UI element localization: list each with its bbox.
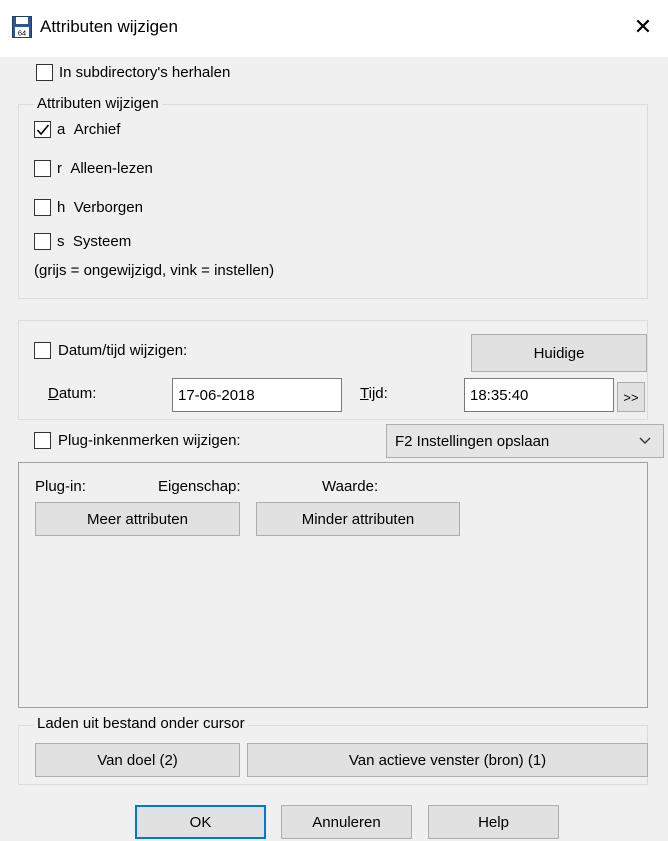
time-field[interactable]: 18:35:40 xyxy=(464,378,614,412)
attributes-hint: (grijs = ongewijzigd, vink = instellen) xyxy=(34,262,275,279)
datetime-label: Datum/tijd wijzigen: xyxy=(58,342,188,359)
plugin-dropdown-value: F2 Instellingen opslaan xyxy=(395,432,550,450)
system-letter: s xyxy=(57,233,65,250)
plugin-checkbox[interactable] xyxy=(34,432,51,449)
recurse-label: In subdirectory's herhalen xyxy=(59,64,231,81)
time-more-button[interactable]: >> xyxy=(617,382,645,412)
title-bar: 64 Attributen wijzigen ✕ xyxy=(0,0,668,57)
hidden-checkbox[interactable] xyxy=(34,199,51,216)
value-column-header: Waarde: xyxy=(322,478,379,495)
datetime-checkbox[interactable] xyxy=(34,342,51,359)
load-from-active-button[interactable]: Van actieve venster (bron) (1) xyxy=(247,743,648,777)
floppy-disk-icon: 64 xyxy=(12,16,32,38)
date-label: Datum: xyxy=(48,385,97,402)
property-column-header: Eigenschap: xyxy=(158,478,241,495)
ok-button[interactable]: OK xyxy=(135,805,266,839)
icon-badge-text: 64 xyxy=(18,29,26,38)
recurse-checkbox[interactable] xyxy=(36,64,53,81)
attributes-group-label: Attributen wijzigen xyxy=(34,95,162,112)
time-label: Tijd: xyxy=(360,385,388,402)
archive-letter: a xyxy=(57,121,66,138)
plugin-panel xyxy=(18,462,648,708)
load-group-label: Laden uit bestand onder cursor xyxy=(34,715,248,732)
load-from-target-button[interactable]: Van doel (2) xyxy=(35,743,240,777)
current-datetime-button[interactable]: Huidige xyxy=(471,334,647,372)
checkmark-icon xyxy=(36,124,50,136)
system-checkbox[interactable] xyxy=(34,233,51,250)
archive-label: Archief xyxy=(73,121,121,138)
readonly-label: Alleen-lezen xyxy=(70,160,153,177)
plugin-column-header: Plug-in: xyxy=(35,478,86,495)
more-attributes-button[interactable]: Meer attributen xyxy=(35,502,240,536)
plugin-dropdown[interactable]: F2 Instellingen opslaan xyxy=(386,424,664,458)
chevron-down-icon xyxy=(639,437,651,444)
hidden-label: Verborgen xyxy=(73,199,143,216)
hidden-letter: h xyxy=(57,199,66,216)
plugin-label: Plug-inkenmerken wijzigen: xyxy=(58,432,241,449)
window-title: Attributen wijzigen xyxy=(40,17,178,36)
cancel-button[interactable]: Annuleren xyxy=(281,805,412,839)
less-attributes-button[interactable]: Minder attributen xyxy=(256,502,460,536)
close-button[interactable]: ✕ xyxy=(630,12,656,42)
archive-checkbox[interactable] xyxy=(34,121,51,138)
date-field[interactable]: 17-06-2018 xyxy=(172,378,342,412)
readonly-letter: r xyxy=(57,160,62,177)
help-button[interactable]: Help xyxy=(428,805,559,839)
close-icon: ✕ xyxy=(633,14,653,39)
system-label: Systeem xyxy=(72,233,132,250)
readonly-checkbox[interactable] xyxy=(34,160,51,177)
